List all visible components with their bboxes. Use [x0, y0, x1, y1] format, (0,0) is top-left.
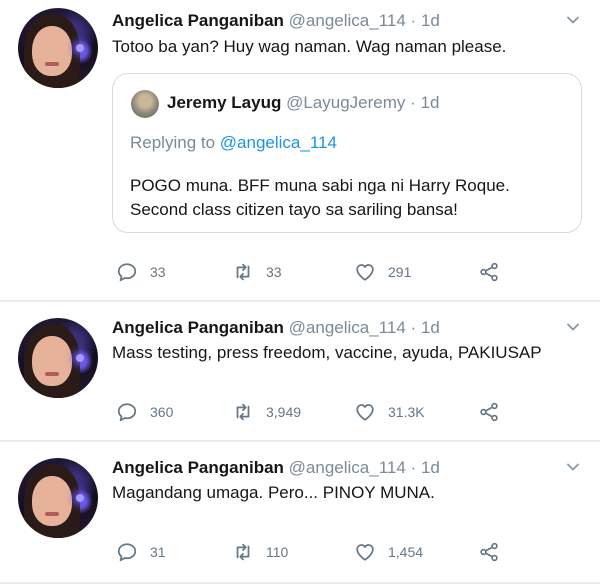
like-button[interactable]: 31.3K — [354, 400, 425, 424]
share-icon — [480, 542, 498, 562]
chevron-down-icon[interactable] — [566, 13, 580, 27]
replying-to-label: Replying to — [130, 133, 216, 152]
retweet-icon — [236, 263, 250, 281]
tweet-text: Magandang umaga. Pero... PINOY MUNA. — [112, 483, 435, 502]
avatar[interactable] — [18, 318, 98, 398]
avatar[interactable] — [18, 458, 98, 538]
tweet-text: Mass testing, press freedom, vaccine, ay… — [112, 343, 542, 362]
like-count: 291 — [388, 264, 412, 280]
like-count: 1,454 — [388, 544, 424, 560]
chevron-down-icon[interactable] — [566, 320, 580, 334]
chevron-down-icon[interactable] — [566, 460, 580, 474]
timestamp: 1d — [420, 93, 440, 112]
retweet-icon — [236, 403, 250, 421]
tweet-actions: 360 3,949 31.3K — [112, 400, 582, 424]
quoted-tweet[interactable]: Jeremy Layug @LayugJeremy · 1d Replying … — [112, 73, 582, 233]
quoted-tweet-line: Second class citizen tayo sa sariling ba… — [130, 200, 458, 219]
share-button[interactable] — [478, 400, 500, 424]
tweet-header: Angelica Panganiban @angelica_114 · 1d — [112, 318, 440, 338]
tweet-actions: 31 110 1,454 — [112, 540, 582, 564]
user-handle[interactable]: @angelica_114 — [289, 318, 406, 337]
separator-dot: · — [410, 318, 417, 337]
user-handle[interactable]: @angelica_114 — [289, 11, 406, 30]
tweet[interactable]: Angelica Panganiban @angelica_114 · 1d M… — [0, 302, 600, 440]
like-button[interactable]: 291 — [354, 260, 411, 284]
display-name[interactable]: Angelica Panganiban — [112, 318, 284, 337]
retweet-icon — [236, 543, 250, 561]
tweet[interactable]: Angelica Panganiban @angelica_114 · 1d T… — [0, 0, 600, 300]
tweet-text: Totoo ba yan? Huy wag naman. Wag naman p… — [112, 37, 507, 56]
user-handle[interactable]: @angelica_114 — [289, 458, 406, 477]
reply-icon — [117, 543, 137, 562]
like-button[interactable]: 1,454 — [354, 540, 423, 564]
share-button[interactable] — [478, 540, 500, 564]
share-icon — [480, 402, 498, 422]
share-icon — [480, 262, 498, 282]
retweet-button[interactable]: 33 — [232, 260, 282, 284]
reply-icon — [117, 263, 137, 282]
timestamp[interactable]: 1d — [421, 458, 440, 477]
display-name[interactable]: Angelica Panganiban — [112, 11, 284, 30]
reply-button[interactable]: 33 — [116, 260, 166, 284]
mention-link[interactable]: @angelica_114 — [220, 133, 337, 152]
tweet-header: Angelica Panganiban @angelica_114 · 1d — [112, 458, 440, 478]
tweet-divider — [0, 582, 600, 584]
heart-icon — [356, 544, 374, 561]
display-name[interactable]: Angelica Panganiban — [112, 458, 284, 477]
separator-dot: · — [410, 458, 417, 477]
heart-icon — [356, 264, 374, 281]
retweet-button[interactable]: 3,949 — [232, 400, 301, 424]
quoted-tweet-text: POGO muna. BFF muna sabi nga ni Harry Ro… — [130, 174, 510, 222]
separator-dot: · — [410, 93, 416, 112]
quoted-tweet-line: POGO muna. BFF muna sabi nga ni Harry Ro… — [130, 176, 510, 195]
reply-count: 31 — [150, 544, 166, 560]
timestamp[interactable]: 1d — [421, 11, 440, 30]
retweet-button[interactable]: 110 — [232, 540, 288, 564]
display-name: Jeremy Layug — [167, 93, 282, 112]
retweet-count: 3,949 — [266, 404, 302, 420]
timestamp[interactable]: 1d — [421, 318, 440, 337]
replying-to: Replying to @angelica_114 — [130, 133, 337, 153]
user-handle: @LayugJeremy — [286, 93, 406, 112]
retweet-count: 110 — [266, 544, 289, 560]
tweet-actions: 33 33 291 — [112, 260, 582, 284]
reply-icon — [117, 403, 137, 422]
separator-dot: · — [410, 11, 417, 30]
avatar[interactable] — [131, 90, 159, 118]
quoted-tweet-header: Jeremy Layug @LayugJeremy · 1d — [167, 93, 439, 113]
reply-button[interactable]: 360 — [116, 400, 173, 424]
tweet-header: Angelica Panganiban @angelica_114 · 1d — [112, 11, 440, 31]
like-count: 31.3K — [388, 404, 425, 420]
reply-count: 33 — [150, 264, 166, 280]
tweet[interactable]: Angelica Panganiban @angelica_114 · 1d M… — [0, 442, 600, 580]
retweet-count: 33 — [266, 264, 282, 280]
share-button[interactable] — [478, 260, 500, 284]
reply-button[interactable]: 31 — [116, 540, 166, 564]
heart-icon — [356, 404, 374, 421]
avatar[interactable] — [18, 8, 98, 88]
reply-count: 360 — [150, 404, 174, 420]
